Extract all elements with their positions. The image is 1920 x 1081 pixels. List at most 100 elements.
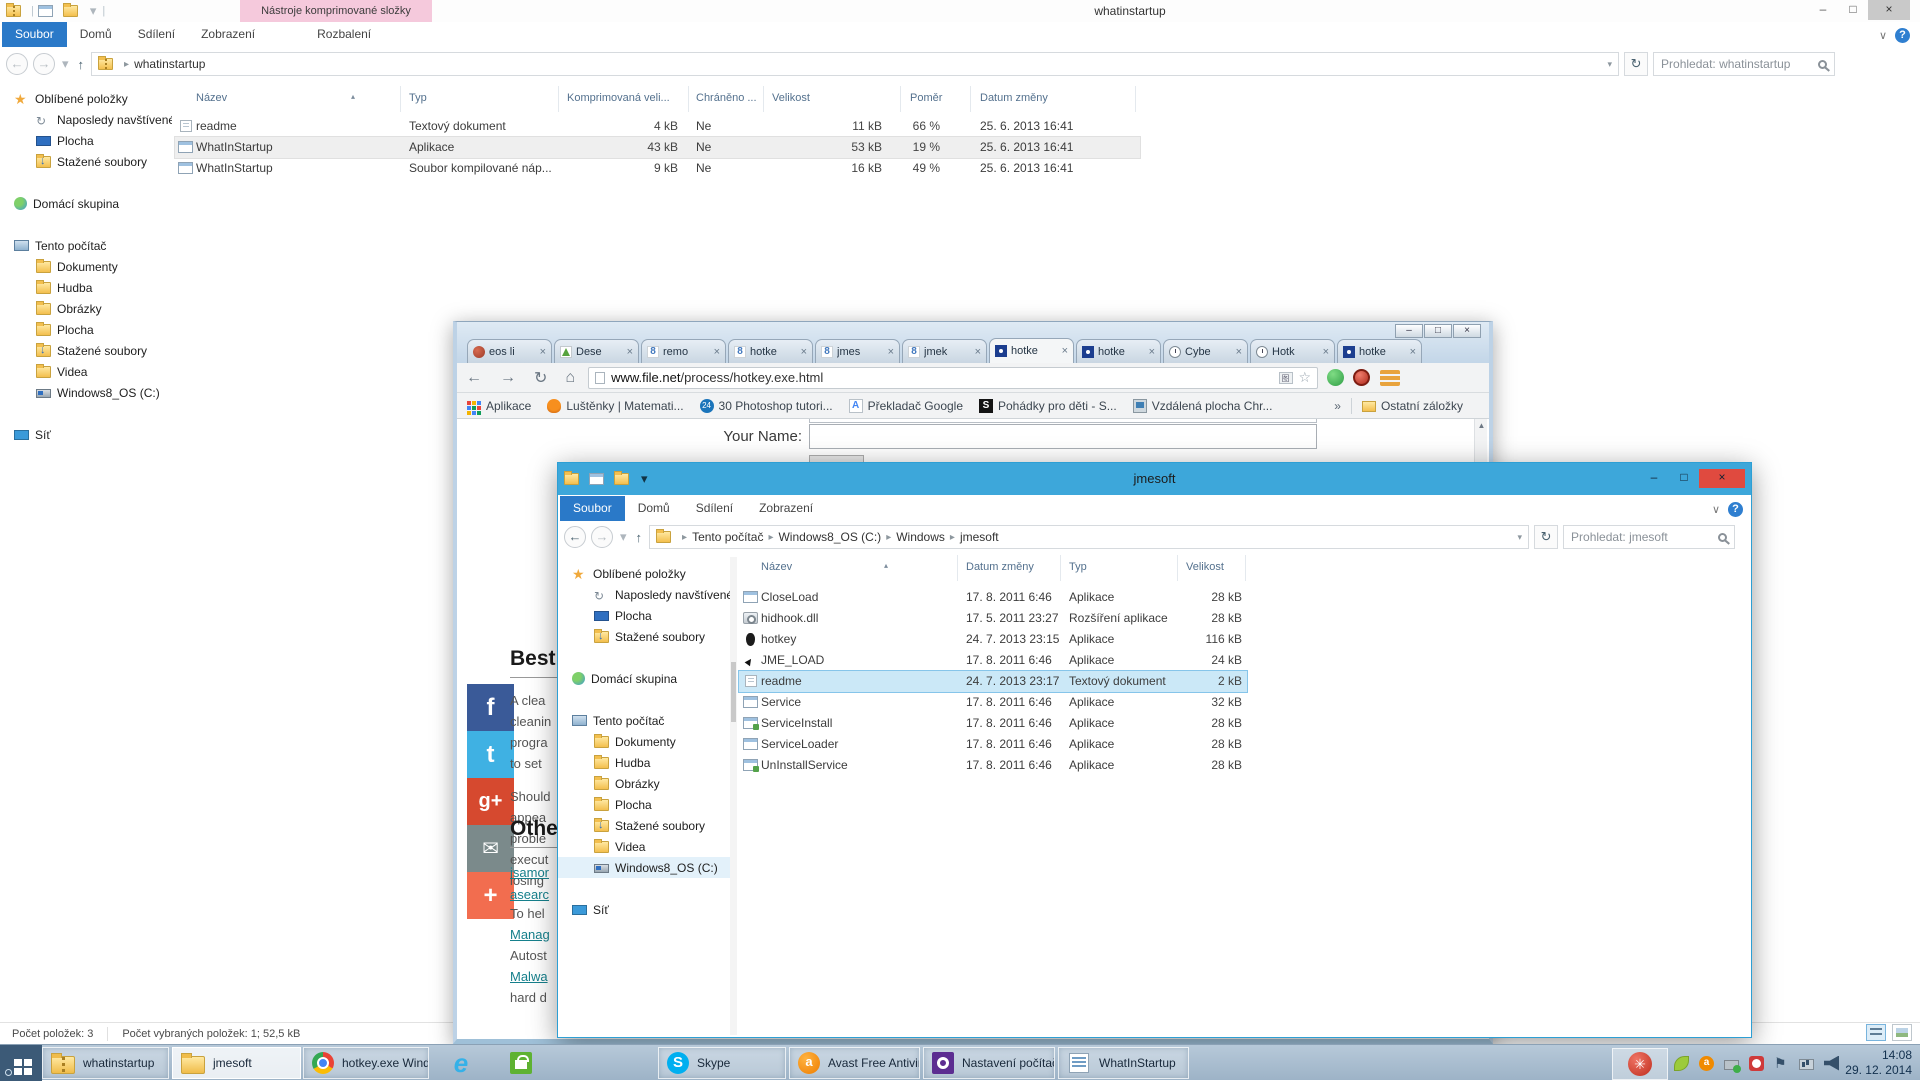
breadcrumb-segment[interactable]: jmesoft <box>960 530 999 544</box>
tray-icon[interactable]: ⚑ <box>1774 1056 1789 1071</box>
sidebar-item[interactable]: Obrázky <box>0 298 172 319</box>
browser-tab[interactable]: Cybe × <box>1163 339 1248 363</box>
file-row[interactable]: ServiceInstall 17. 8. 2011 6:46 Aplikace… <box>739 713 1247 734</box>
sidebar-item[interactable]: Dokumenty <box>558 731 730 752</box>
close-button[interactable]: × <box>1699 469 1745 488</box>
recent-locations-icon[interactable]: ▾ <box>618 529 629 545</box>
article-text[interactable]: Malwa <box>510 969 548 984</box>
tab-close-icon[interactable]: × <box>888 346 894 358</box>
bookmark-star-icon[interactable]: ☆ <box>1299 369 1312 386</box>
bookmark-item[interactable]: Pohádky pro děti - S... <box>979 399 1117 413</box>
breadcrumb-segment[interactable]: Tento počítač <box>692 530 763 544</box>
extension-icon-green[interactable] <box>1327 369 1344 386</box>
file-row[interactable]: UnInstallService 17. 8. 2011 6:46 Aplika… <box>739 755 1247 776</box>
tab-close-icon[interactable]: × <box>1062 345 1068 357</box>
scroll-up-icon[interactable]: ▲ <box>1476 421 1487 430</box>
column-header-name[interactable]: Název <box>761 561 792 573</box>
breadcrumb-segment[interactable]: Windows <box>896 530 945 544</box>
back-button[interactable]: ← <box>457 369 491 387</box>
sidebar-item[interactable]: Domácí skupina <box>558 668 730 689</box>
sidebar-item[interactable]: Stažené soubory <box>0 340 172 361</box>
article-text[interactable]: Manag <box>510 927 550 942</box>
tab-close-icon[interactable]: × <box>714 346 720 358</box>
translate-icon[interactable]: 图 <box>1279 372 1293 384</box>
title-bar[interactable]: ▾ jmesoft – □ × <box>558 463 1751 495</box>
minimize-button[interactable]: – <box>1808 0 1838 20</box>
ribbon-tab[interactable]: Sdílení <box>683 496 746 521</box>
article-link[interactable]: asearc <box>510 884 549 906</box>
file-name[interactable]: WhatInStartup <box>196 161 273 175</box>
ribbon-tab[interactable]: Sdílení <box>125 22 188 47</box>
address-dropdown-icon[interactable]: ▾ <box>1518 532 1523 543</box>
file-name[interactable]: ServiceInstall <box>761 716 832 730</box>
breadcrumb[interactable]: ▸ whatinstartup ▾ <box>91 52 1619 76</box>
tab-close-icon[interactable]: × <box>1236 346 1242 358</box>
sidebar-item[interactable]: Stažené soubory <box>558 815 730 836</box>
file-row[interactable]: WhatInStartup Soubor kompilované náp... … <box>175 158 1140 179</box>
file-name[interactable]: hotkey <box>761 632 796 646</box>
sidebar-item[interactable]: Hudba <box>0 277 172 298</box>
ribbon-tab[interactable]: Soubor <box>560 496 625 521</box>
file-row[interactable]: WhatInStartup Aplikace 43 kB Ne 53 kB 19… <box>175 137 1140 158</box>
ribbon-collapse-icon[interactable]: ∨ <box>1879 29 1887 42</box>
article-link[interactable]: isamor <box>510 862 549 884</box>
file-name[interactable]: UnInstallService <box>761 758 848 772</box>
new-folder-icon[interactable] <box>63 5 78 17</box>
sidebar-item[interactable]: Tento počítač <box>558 710 730 731</box>
tab-close-icon[interactable]: × <box>1149 346 1155 358</box>
bookmark-item[interactable]: Vzdálená plocha Chr... <box>1133 399 1273 413</box>
sidebar-item[interactable]: Plocha <box>558 794 730 815</box>
close-button[interactable]: × <box>1453 324 1481 338</box>
details-view-button[interactable] <box>1866 1024 1886 1041</box>
article-text[interactable]: hard d <box>510 990 547 1005</box>
bookmark-item[interactable]: Luštěnky | Matemati... <box>547 399 683 413</box>
tray-red-app-icon[interactable] <box>1628 1052 1652 1076</box>
sidebar-item[interactable]: Plocha <box>0 319 172 340</box>
browser-tab[interactable]: hotke × <box>989 338 1074 363</box>
sidebar-item[interactable]: Plocha <box>558 605 730 626</box>
sidebar-item[interactable]: Hudba <box>558 752 730 773</box>
article-text[interactable]: To hel <box>510 906 545 921</box>
sidebar-item[interactable]: Videa <box>0 361 172 382</box>
taskbar-button[interactable]: Skype <box>658 1047 786 1079</box>
breadcrumb-segment[interactable]: whatinstartup <box>134 57 205 71</box>
bookmark-item[interactable]: Aplikace <box>467 399 531 413</box>
browser-tab[interactable]: Dese × <box>554 339 639 363</box>
file-row[interactable]: hidhook.dll 17. 5. 2011 23:27 Rozšíření … <box>739 608 1247 629</box>
quick-access-toolbar[interactable]: | ▾ | <box>0 3 105 19</box>
taskbar-button[interactable]: hotkey.exe Windo... <box>303 1047 429 1079</box>
compressed-folder-tools-tab[interactable]: Nástroje komprimované složky <box>240 0 432 22</box>
help-icon[interactable]: ? <box>1895 28 1910 43</box>
search-input[interactable]: Prohledat: jmesoft <box>1563 525 1735 549</box>
column-header-size[interactable]: Velikost <box>772 92 810 104</box>
sidebar-item[interactable]: Síť <box>0 424 172 445</box>
file-name[interactable]: JME_LOAD <box>761 653 824 667</box>
forward-button[interactable]: → <box>591 526 613 548</box>
minimize-button[interactable]: – <box>1639 469 1669 488</box>
start-button[interactable] <box>0 1045 42 1081</box>
taskbar-button[interactable]: WhatInStartup <box>1058 1047 1189 1079</box>
sidebar-item[interactable]: Videa <box>558 836 730 857</box>
share-button[interactable]: f <box>467 684 514 731</box>
forward-button[interactable]: → <box>33 53 55 75</box>
other-bookmarks-button[interactable]: Ostatní záložky <box>1362 399 1463 413</box>
bookmark-item[interactable]: 30 Photoshop tutori... <box>700 399 833 413</box>
file-row[interactable]: ServiceLoader 17. 8. 2011 6:46 Aplikace … <box>739 734 1247 755</box>
back-button[interactable]: ← <box>564 526 586 548</box>
file-row[interactable]: Service 17. 8. 2011 6:46 Aplikace 32 kB <box>739 692 1247 713</box>
sidebar-item[interactable]: Tento počítač <box>0 235 172 256</box>
column-header-protected[interactable]: Chráněno ... <box>696 92 757 104</box>
browser-tab[interactable]: hotke × <box>1076 339 1161 363</box>
taskbar-button[interactable] <box>497 1047 552 1079</box>
file-row[interactable]: readme 24. 7. 2013 23:17 Textový dokumen… <box>739 671 1247 692</box>
tray-icon[interactable] <box>1674 1056 1689 1071</box>
column-header-compressed[interactable]: Komprimovaná veli... <box>567 92 670 104</box>
tray-icon[interactable] <box>1824 1056 1839 1071</box>
bookmark-item[interactable]: Překladač Google <box>849 399 963 413</box>
address-dropdown-icon[interactable]: ▾ <box>1608 59 1613 70</box>
tray-icon[interactable] <box>1699 1056 1714 1071</box>
taskbar-clock[interactable]: 14:08 29. 12. 2014 <box>1845 1048 1912 1078</box>
tab-close-icon[interactable]: × <box>975 346 981 358</box>
tray-icon[interactable] <box>1749 1056 1764 1071</box>
bookmarks-overflow-icon[interactable]: » <box>1334 399 1341 413</box>
